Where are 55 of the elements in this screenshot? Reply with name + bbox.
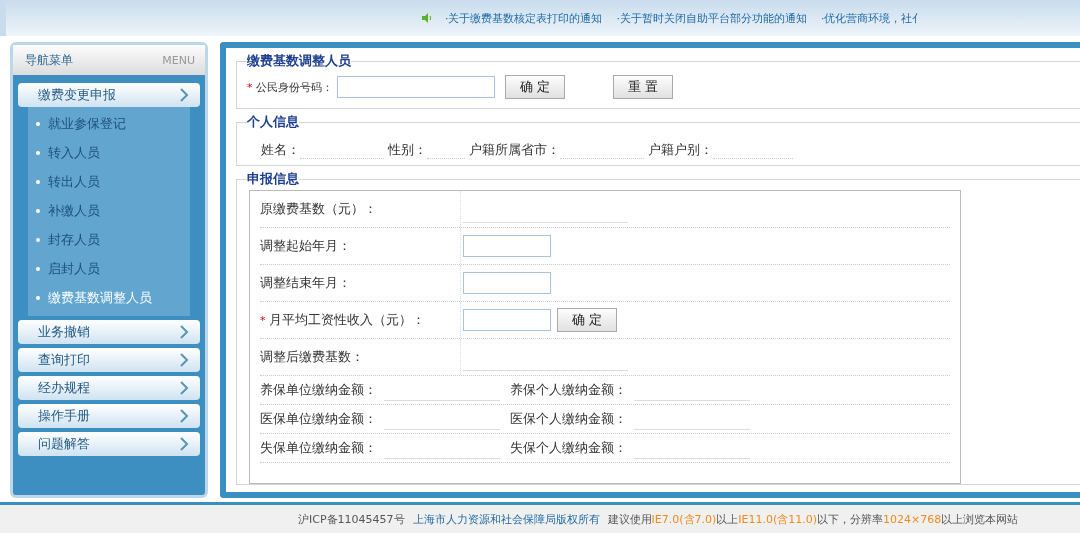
input-field[interactable] [463, 272, 551, 294]
sidebar-subtitle: MENU [162, 53, 195, 67]
section-title: 申报信息 [247, 170, 299, 188]
field-label: 性别： [388, 141, 427, 159]
field-label: 月平均工资性收入（元）： [268, 311, 425, 329]
field-label: 医保个人缴纳金额： [510, 410, 628, 428]
field-label: 公民身份号码： [255, 79, 333, 95]
field-label: 医保单位缴纳金额： [260, 410, 378, 428]
submenu-item[interactable]: 启封人员 [28, 254, 190, 283]
icp-number: 沪ICP备11045457号 [298, 511, 405, 527]
input-field[interactable] [463, 235, 551, 257]
confirm-button[interactable]: 确 定 [557, 308, 618, 332]
field-label: 养保单位缴纳金额： [260, 381, 378, 399]
field-label: 养保个人缴纳金额： [510, 381, 628, 399]
submenu-item[interactable]: 就业参保登记 [28, 109, 190, 138]
menu-group[interactable]: 问题解答 [18, 432, 200, 456]
field-label: 调整后缴费基数： [260, 348, 364, 366]
chevron-icon [178, 380, 190, 396]
required-mark: * [260, 313, 266, 327]
field-label: 调整起始年月： [260, 237, 351, 255]
menu-group[interactable]: 经办规程 [18, 376, 200, 400]
section-title: 缴费基数调整人员 [247, 52, 351, 70]
submenu-item[interactable]: 转入人员 [28, 138, 190, 167]
notice-link[interactable]: ·关于缴费基数核定表打印的通知 [445, 10, 603, 26]
menu-group[interactable]: 操作手册 [18, 404, 200, 428]
menu-group[interactable]: 查询打印 [18, 348, 200, 372]
field-label: 调整结束年月： [260, 274, 351, 292]
chevron-icon [178, 324, 190, 340]
sidebar-title: 导航菜单 [25, 51, 73, 69]
chevron-icon [178, 436, 190, 452]
field-label: 失保单位缴纳金额： [260, 439, 378, 457]
notice-link[interactable]: ·关于暂时关闭自助平台部分功能的通知 [616, 10, 807, 26]
chevron-icon [178, 408, 190, 424]
submenu-item[interactable]: 补缴人员 [28, 196, 190, 225]
chevron-icon [178, 87, 190, 103]
input-field[interactable] [463, 309, 551, 331]
notice-link[interactable]: ·优化营商环境，社亻 [821, 10, 924, 26]
submenu-item[interactable]: 转出人员 [28, 167, 190, 196]
copyright-link[interactable]: 上海市人力资源和社会保障局版权所有 [412, 511, 600, 527]
field-label: 户籍户别： [648, 141, 713, 159]
reset-button[interactable]: 重 置 [612, 75, 673, 99]
chevron-icon [178, 352, 190, 368]
menu-group[interactable]: 缴费变更申报 [18, 83, 200, 107]
required-mark: * [247, 80, 253, 94]
field-label: 原缴费基数（元）： [260, 200, 377, 218]
field-label: 户籍所属省市： [469, 141, 560, 159]
browser-notice: 建议使用IE7.0(含7.0)以上IE11.0(含11.0)以下，分辨率1024×768以上浏览本网站 [607, 511, 1019, 527]
speaker-icon [421, 12, 433, 24]
field-label: 姓名： [261, 141, 300, 159]
menu-group[interactable]: 业务撤销 [18, 320, 200, 344]
confirm-button[interactable]: 确 定 [504, 75, 565, 99]
submenu-item[interactable]: 封存人员 [28, 225, 190, 254]
id-number-field[interactable] [336, 76, 495, 98]
field-label: 失保个人缴纳金额： [510, 439, 628, 457]
section-title: 个人信息 [247, 113, 299, 131]
